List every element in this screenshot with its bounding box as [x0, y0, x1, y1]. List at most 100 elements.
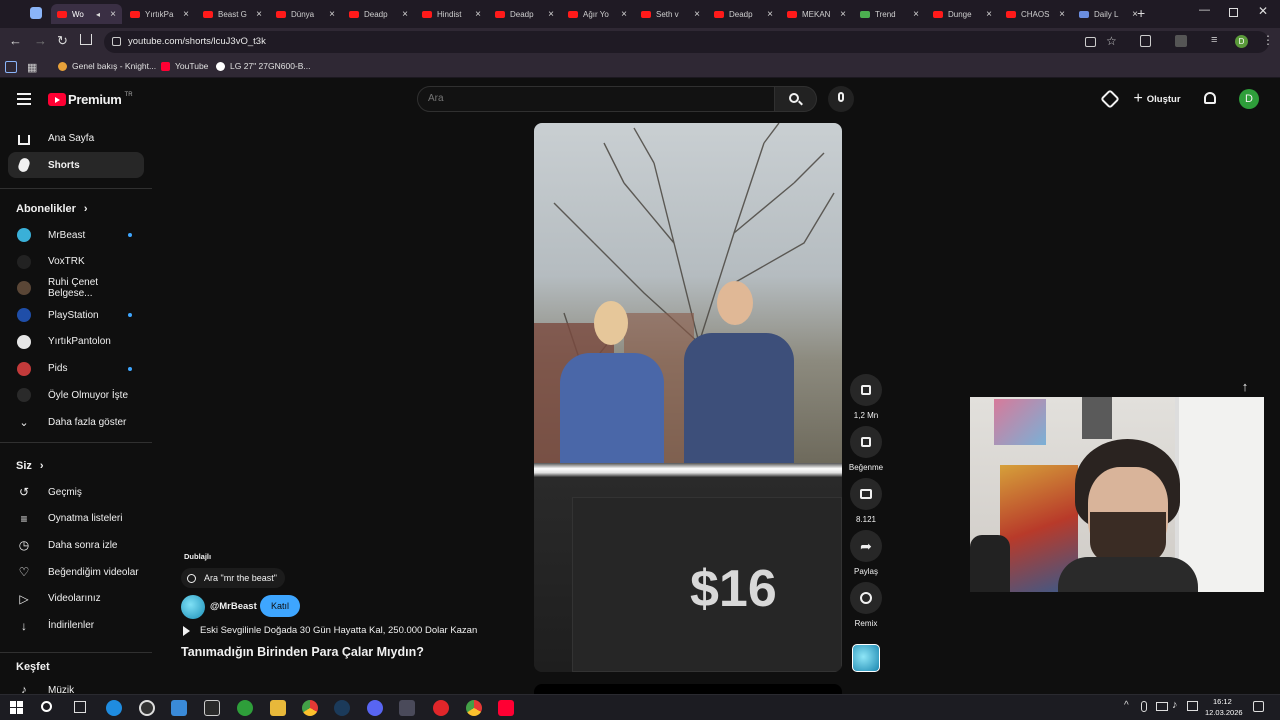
app-icon[interactable] [139, 700, 155, 716]
bookmark-youtube[interactable]: YouTube [161, 61, 208, 71]
volume-icon[interactable]: ♪ [1172, 699, 1178, 711]
sidebar-item-clock[interactable]: ◷ Daha sonra izle [8, 532, 144, 558]
close-tab-icon[interactable]: × [110, 9, 116, 20]
search-box[interactable] [417, 86, 775, 112]
notifications-icon[interactable] [1253, 701, 1264, 712]
browser-tab[interactable]: Ağır Yo × [562, 4, 633, 24]
home-button[interactable] [80, 34, 92, 45]
premium-lite-icon[interactable] [1100, 89, 1120, 109]
tab-search-icon[interactable] [30, 7, 42, 19]
dislike-button[interactable]: Beğenme [849, 426, 883, 472]
youtube-logo[interactable]: Premium TR [48, 92, 133, 107]
guide-menu-icon[interactable] [17, 93, 31, 105]
sidebar-item-home[interactable]: Ana Sayfa [8, 125, 144, 151]
subscriptions-header[interactable]: Abonelikler › [16, 203, 88, 215]
close-tab-icon[interactable]: × [548, 9, 554, 20]
create-button[interactable]: + Oluştur [1126, 86, 1188, 112]
display-icon[interactable] [1187, 701, 1198, 711]
browser-tab[interactable]: Dünya × [270, 4, 341, 24]
clock-time[interactable]: 16:12 [1213, 697, 1232, 706]
close-tab-icon[interactable]: × [913, 9, 919, 20]
start-button-icon[interactable] [10, 701, 23, 714]
voice-search-button[interactable] [828, 86, 854, 112]
subscription-item[interactable]: Ruhi Çenet Belgese... [8, 275, 144, 301]
browser-tab[interactable]: Dunge × [927, 4, 998, 24]
address-bar[interactable]: youtube.com/shorts/lcuJ3vO_t3k ☆ [104, 31, 1269, 53]
extensions-icon[interactable] [1140, 35, 1151, 47]
browser-tab[interactable]: Trend × [854, 4, 925, 24]
site-info-icon[interactable] [112, 37, 121, 46]
minimize-button[interactable]: — [1199, 4, 1210, 16]
channel-handle[interactable]: @MrBeast [210, 601, 257, 612]
youtube-app-icon[interactable] [498, 700, 514, 716]
close-tab-icon[interactable]: × [986, 9, 992, 20]
xbox-icon[interactable] [237, 700, 253, 716]
chrome-active-icon[interactable] [466, 700, 482, 716]
browser-tab[interactable]: Daily L × [1073, 4, 1144, 24]
epic-games-icon[interactable] [204, 700, 220, 716]
close-tab-icon[interactable]: × [621, 9, 627, 20]
close-tab-icon[interactable]: × [402, 9, 408, 20]
task-view-icon[interactable] [74, 701, 86, 713]
close-tab-icon[interactable]: × [767, 9, 773, 20]
sidebar-item-video[interactable]: ▷ Videolarınız [8, 586, 144, 612]
you-header[interactable]: Siz › [16, 460, 44, 472]
calculator-icon[interactable] [399, 700, 415, 716]
subscription-item[interactable]: VoxTRK [8, 249, 144, 275]
subscription-item[interactable]: Pids [8, 356, 144, 382]
sidebar-item-download[interactable]: ↓ İndirilenler [8, 613, 144, 639]
opera-icon[interactable] [433, 700, 449, 716]
subscription-item[interactable]: MrBeast [8, 222, 144, 248]
search-button[interactable] [775, 86, 817, 112]
apps-grid-icon[interactable]: ▦ [27, 61, 37, 74]
related-video-link[interactable]: Eski Sevgilinle Doğada 30 Gün Hayatta Ka… [183, 625, 477, 636]
sidebar-toggle-icon[interactable] [5, 61, 17, 73]
translate-icon[interactable] [1175, 35, 1187, 47]
store-icon[interactable] [171, 700, 187, 716]
close-tab-icon[interactable]: × [183, 9, 189, 20]
install-app-icon[interactable] [1085, 37, 1096, 47]
browser-tab[interactable]: Deadp × [708, 4, 779, 24]
back-button[interactable]: ← [9, 33, 22, 48]
next-short-preview[interactable] [534, 684, 842, 694]
browser-tab[interactable]: Deadp × [343, 4, 414, 24]
chrome-icon[interactable] [302, 700, 318, 716]
close-tab-icon[interactable]: × [329, 9, 335, 20]
bookmark-knight[interactable]: Genel bakış - Knight... [58, 61, 156, 71]
browser-menu-icon[interactable]: ⋮ [1262, 33, 1274, 47]
remix-button[interactable]: Remix [850, 582, 882, 628]
bookmark-lg[interactable]: LG 27" 27GN600-B... [216, 61, 311, 71]
short-video-player[interactable]: $16 [534, 123, 842, 672]
browser-tab[interactable]: Wo × ◂ [51, 4, 122, 24]
subscription-item[interactable]: PlayStation [8, 302, 144, 328]
reading-list-icon[interactable]: ≡ [1211, 34, 1217, 46]
show-more-button[interactable]: ⌄ Daha fazla göster [8, 409, 144, 435]
sidebar-item-like[interactable]: ♡ Beğendiğim videolar [8, 559, 144, 585]
browser-tab[interactable]: Seth v × [635, 4, 706, 24]
channel-avatar[interactable] [181, 595, 205, 619]
browser-tab[interactable]: Deadp × [489, 4, 560, 24]
speaker-icon[interactable]: ◂ [96, 10, 100, 19]
sidebar-item-playlist[interactable]: ≡ Oynatma listeleri [8, 506, 144, 532]
close-tab-icon[interactable]: × [256, 9, 262, 20]
close-tab-icon[interactable]: × [475, 9, 481, 20]
search-suggestion-chip[interactable]: Ara "mr the beast" [181, 568, 285, 588]
network-icon[interactable] [1156, 702, 1168, 711]
close-tab-icon[interactable]: × [1059, 9, 1065, 20]
browser-tab[interactable]: MEKAN × [781, 4, 852, 24]
discord-icon[interactable] [367, 700, 383, 716]
sound-avatar-thumbnail[interactable] [852, 644, 880, 672]
clock-date[interactable]: 12.03.2026 [1205, 708, 1243, 717]
search-icon[interactable] [41, 701, 52, 712]
previous-short-button[interactable]: ↑ [1236, 378, 1254, 396]
new-tab-button[interactable]: + [1137, 5, 1145, 21]
share-button[interactable]: ➦ Paylaş [850, 530, 882, 576]
join-button[interactable]: Katıl [260, 595, 300, 617]
reload-button[interactable]: ↻ [57, 33, 68, 49]
steam-icon[interactable] [334, 700, 350, 716]
sidebar-item-shorts[interactable]: Shorts [8, 152, 144, 178]
close-window-button[interactable]: ✕ [1258, 4, 1268, 18]
subscription-item[interactable]: YırtıkPantolon [8, 329, 144, 355]
browser-tab[interactable]: Beast G × [197, 4, 268, 24]
bookmark-star-icon[interactable]: ☆ [1106, 34, 1117, 48]
